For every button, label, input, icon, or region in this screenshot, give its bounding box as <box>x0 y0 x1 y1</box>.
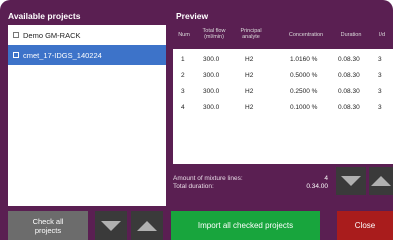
amount-value: 4 <box>324 175 328 182</box>
column-header-extra: I/d <box>378 32 386 38</box>
cell-num: 1 <box>181 56 185 63</box>
check-all-projects-button[interactable]: Check all projects <box>8 211 88 240</box>
preview-scroll-down-button[interactable] <box>336 167 366 195</box>
cell-concentration: 1.0160 % <box>290 56 318 63</box>
project-import-window: Available projects Demo GM-RACK cmet_17-… <box>0 0 393 240</box>
projects-scroll-down-button[interactable] <box>95 211 127 240</box>
column-header-concentration: Concentration <box>288 32 324 38</box>
cell-flow: 300.0 <box>203 104 220 111</box>
cell-flow: 300.0 <box>203 56 220 63</box>
cell-analyte: H2 <box>245 88 254 95</box>
table-row[interactable]: 2 300.0 H2 0.5000 % 0.08.30 3 <box>173 69 393 84</box>
column-header-analyte: Principal analyte <box>240 28 262 40</box>
column-header-num: Num <box>178 32 190 38</box>
cell-extra: 3 <box>378 88 382 95</box>
cell-extra: 3 <box>378 104 382 111</box>
cell-duration: 0.08.30 <box>338 72 360 79</box>
table-row[interactable]: 3 300.0 H2 0.2500 % 0.08.30 3 <box>173 85 393 100</box>
column-header-total-flow: Total flow (ml/min) <box>202 28 226 40</box>
project-item[interactable]: Demo GM-RACK <box>8 25 166 45</box>
cell-concentration: 0.1000 % <box>290 104 318 111</box>
duration-label: Total duration: <box>173 183 214 190</box>
project-name: Demo GM-RACK <box>23 30 81 40</box>
cell-duration: 0.08.30 <box>338 88 360 95</box>
project-checkbox[interactable] <box>13 52 19 58</box>
close-label: Close <box>354 221 376 230</box>
column-header-duration: Duration <box>340 32 362 38</box>
cell-analyte: H2 <box>245 72 254 79</box>
amount-label: Amount of mixture lines: <box>173 175 243 182</box>
cell-analyte: H2 <box>245 56 254 63</box>
cell-duration: 0.08.30 <box>338 56 360 63</box>
import-label: Import all checked projects <box>197 221 294 230</box>
summary-duration-line: Total duration: 0.34.00 <box>173 183 328 191</box>
check-all-label: Check all projects <box>32 216 64 235</box>
cell-num: 2 <box>181 72 185 79</box>
cell-extra: 3 <box>378 56 382 63</box>
duration-value: 0.34.00 <box>306 183 328 190</box>
projects-scroll-up-button[interactable] <box>131 211 163 240</box>
cell-flow: 300.0 <box>203 72 220 79</box>
triangle-up-icon <box>137 220 157 231</box>
cell-concentration: 0.5000 % <box>290 72 318 79</box>
project-checkbox[interactable] <box>13 32 19 38</box>
summary-amount-line: Amount of mixture lines: 4 <box>173 175 328 183</box>
preview-table-header: Num Total flow (ml/min) Principal analyt… <box>173 25 393 49</box>
triangle-down-icon <box>101 220 121 231</box>
cell-analyte: H2 <box>245 104 254 111</box>
cell-flow: 300.0 <box>203 88 220 95</box>
cell-num: 4 <box>181 104 185 111</box>
preview-scroll-up-button[interactable] <box>369 167 393 195</box>
project-item-selected[interactable]: cmet_17-IDGS_140224 <box>8 45 166 65</box>
cell-duration: 0.08.30 <box>338 104 360 111</box>
cell-num: 3 <box>181 88 185 95</box>
triangle-up-icon <box>371 176 391 186</box>
import-checked-projects-button[interactable]: Import all checked projects <box>171 211 320 240</box>
cell-concentration: 0.2500 % <box>290 88 318 95</box>
table-row[interactable]: 1 300.0 H2 1.0160 % 0.08.30 3 <box>173 53 393 68</box>
mixture-summary: Amount of mixture lines: 4 Total duratio… <box>173 175 328 191</box>
table-row[interactable]: 4 300.0 H2 0.1000 % 0.08.30 3 <box>173 101 393 116</box>
close-button[interactable]: Close <box>337 211 393 240</box>
preview-title: Preview <box>176 11 209 21</box>
cell-extra: 3 <box>378 72 382 79</box>
project-name: cmet_17-IDGS_140224 <box>23 50 102 60</box>
preview-table: Num Total flow (ml/min) Principal analyt… <box>173 25 393 164</box>
triangle-down-icon <box>341 176 361 186</box>
project-list[interactable]: Demo GM-RACK cmet_17-IDGS_140224 <box>8 25 166 206</box>
available-projects-title: Available projects <box>8 11 81 21</box>
